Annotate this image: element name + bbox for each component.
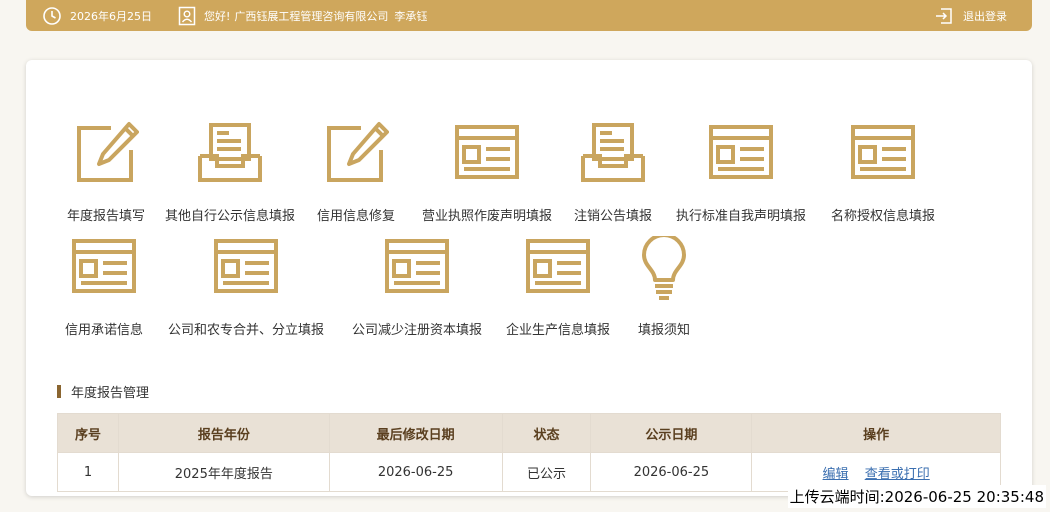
current-date: 2026年6月25日	[70, 9, 152, 23]
company-name: 广西钰展工程管理咨询有限公司	[234, 9, 389, 23]
inbox-tray-icon	[581, 123, 645, 182]
user-badge-icon	[178, 6, 196, 26]
section-title-text: 年度报告管理	[71, 386, 150, 401]
tile-credit-repair[interactable]: 信用信息修复	[316, 120, 396, 224]
upload-timestamp: 上传云端时间:2026-06-25 20:35:48	[787, 485, 1046, 508]
column-header: 报告年份	[117, 413, 330, 453]
tile-standard-declaration[interactable]: 执行标准自我声明填报	[676, 120, 806, 224]
cell-index: 1	[57, 452, 119, 492]
tile-filing-instructions[interactable]: 填报须知	[624, 234, 704, 338]
tile-label: 公司和农专合并、分立填报	[167, 323, 324, 338]
form-window-icon	[385, 239, 449, 293]
lightbulb-icon	[642, 236, 686, 300]
column-header: 操作	[751, 413, 1001, 453]
greeting: 您好!	[204, 9, 231, 23]
tile-cancel-notice[interactable]: 注销公告填报	[573, 120, 653, 224]
edit-link[interactable]: 编辑	[823, 467, 849, 482]
top-bar: 2026年6月25日 您好! 广西钰展工程管理咨询有限公司 李承钰 退出登录	[26, 0, 1032, 31]
inbox-tray-icon	[198, 123, 262, 182]
tile-label: 执行标准自我声明填报	[675, 209, 806, 224]
tile-license-void[interactable]: 营业执照作废声明填报	[422, 120, 552, 224]
tile-merger-split[interactable]: 公司和农专合并、分立填报	[168, 234, 324, 338]
logout-label: 退出登录	[963, 9, 1007, 23]
column-header: 状态	[501, 413, 592, 453]
annual-report-table: 序号 报告年份 最后修改日期 状态 公示日期 操作 1 2025年年度报告 20…	[57, 413, 1001, 492]
form-window-icon	[455, 125, 519, 179]
tile-label: 名称授权信息填报	[830, 209, 935, 224]
section-marker	[57, 385, 61, 398]
pencil-doc-icon	[327, 122, 389, 182]
form-window-icon	[72, 239, 136, 293]
cell-published-date: 2026-06-25	[590, 452, 753, 492]
tile-other-disclosure[interactable]: 其他自行公示信息填报	[165, 120, 295, 224]
cell-modified-date: 2026-06-25	[328, 452, 503, 492]
tile-label: 填报须知	[637, 323, 690, 338]
form-window-icon	[709, 125, 773, 179]
tile-capital-reduction[interactable]: 公司减少注册资本填报	[352, 234, 482, 338]
form-window-icon	[526, 239, 590, 293]
column-header: 序号	[57, 413, 119, 453]
section-title: 年度报告管理	[57, 382, 149, 401]
form-window-icon	[851, 125, 915, 179]
cell-status: 已公示	[501, 452, 592, 492]
view-print-link[interactable]: 查看或打印	[865, 467, 930, 482]
cell-report-year: 2025年年度报告	[117, 452, 330, 492]
tile-annual-report[interactable]: 年度报告填写	[66, 120, 146, 224]
tile-label: 信用承诺信息	[64, 323, 143, 338]
tile-label: 公司减少注册资本填报	[351, 323, 482, 338]
tile-credit-commitment[interactable]: 信用承诺信息	[64, 234, 144, 338]
table-header-row: 序号 报告年份 最后修改日期 状态 公示日期 操作	[57, 413, 1001, 453]
logout-icon	[934, 6, 954, 26]
user-name: 李承钰	[394, 9, 428, 23]
clock-icon	[42, 6, 62, 26]
user-area: 您好! 广西钰展工程管理咨询有限公司 李承钰	[178, 0, 427, 31]
form-window-icon	[214, 239, 278, 293]
tile-name-authorization[interactable]: 名称授权信息填报	[831, 120, 935, 224]
pencil-doc-icon	[77, 122, 139, 182]
logout-button[interactable]: 退出登录	[934, 0, 1007, 31]
date-area: 2026年6月25日	[42, 0, 152, 31]
column-header: 公示日期	[590, 413, 753, 453]
main-panel: 年度报告填写 其他自行公示信息填报 信用信息修复 营业执照作废声明填报 注销公告…	[26, 60, 1032, 496]
column-header: 最后修改日期	[328, 413, 503, 453]
